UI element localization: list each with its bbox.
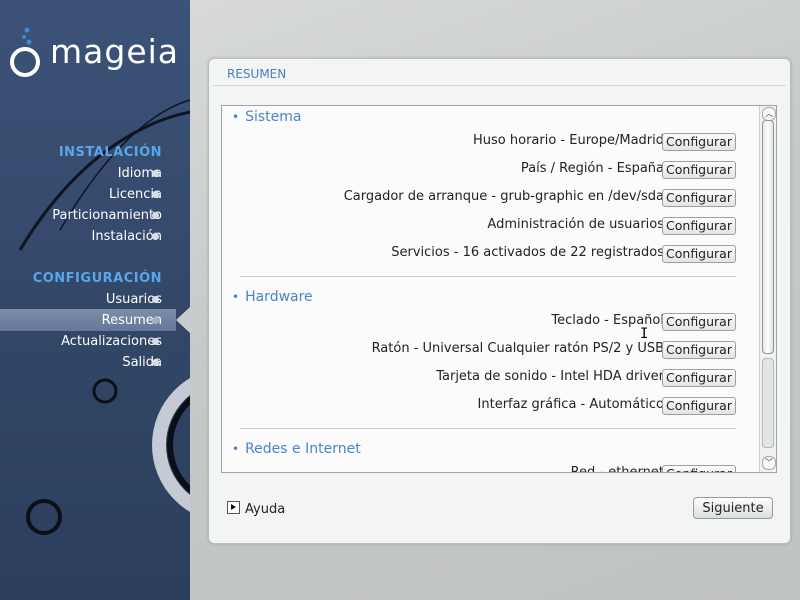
row-label-users: Administración de usuarios xyxy=(487,217,664,232)
step-dot xyxy=(152,170,159,177)
row-label-huso-horario: Huso horario - Europe/Madrid xyxy=(473,133,664,148)
step-dot xyxy=(152,296,159,303)
scroll-up-icon[interactable]: ︿ xyxy=(762,107,776,121)
help-toggle[interactable]: Ayuda xyxy=(227,501,285,517)
row-label-graphics: Interfaz gráfica - Automático xyxy=(477,397,664,412)
step-dot xyxy=(152,359,159,366)
row-label-bootloader: Cargador de arranque - grub-graphic en /… xyxy=(343,189,664,204)
step-dot-active xyxy=(152,317,159,324)
configure-users-button[interactable]: Configurar xyxy=(662,217,736,235)
configure-services-button[interactable]: Configurar xyxy=(662,245,736,263)
step-dot xyxy=(152,191,159,198)
page-title: RESUMEN xyxy=(227,67,287,81)
summary-panel: RESUMEN • Sistema Huso horario - Europe/M… xyxy=(208,58,791,544)
bullet-icon: • xyxy=(232,110,240,124)
summary-scroll-area[interactable]: • Sistema Huso horario - Europe/Madrid Co… xyxy=(221,105,777,473)
vertical-scrollbar[interactable]: ︿ ﹀ xyxy=(759,106,776,472)
scroll-down-icon[interactable]: ﹀ xyxy=(762,456,776,470)
mageia-cauldron-icon xyxy=(10,27,40,77)
group-title-text: Sistema xyxy=(245,109,302,125)
configure-bootloader-button[interactable]: Configurar xyxy=(662,189,736,207)
configure-country-button[interactable]: Configurar xyxy=(662,161,736,179)
group-title-redes: • Redes e Internet xyxy=(232,441,361,457)
group-separator xyxy=(240,428,736,429)
next-button[interactable]: Siguiente xyxy=(693,497,773,519)
help-label: Ayuda xyxy=(245,502,286,517)
active-step-pointer xyxy=(176,307,190,333)
mageia-logo: mageia xyxy=(8,26,188,86)
text-cursor-icon: I xyxy=(640,326,649,342)
row-label-mouse: Ratón - Universal Cualquier ratón PS/2 y… xyxy=(371,341,664,356)
configure-graphics-button[interactable]: Configurar xyxy=(662,397,736,415)
group-title-text: Redes e Internet xyxy=(245,441,361,457)
title-divider xyxy=(213,85,786,86)
scrollbar-thumb[interactable] xyxy=(762,120,774,354)
section-title-configuracion: CONFIGURACIÓN xyxy=(32,271,162,286)
group-title-hardware: • Hardware xyxy=(232,289,313,305)
scrollbar-track[interactable] xyxy=(762,358,774,448)
group-separator xyxy=(240,276,736,277)
row-label-services: Servicios - 16 activados de 22 registrad… xyxy=(391,245,664,260)
configure-soundcard-button[interactable]: Configurar xyxy=(662,369,736,387)
row-label-network: Red - ethernet xyxy=(570,465,664,473)
step-dot xyxy=(152,212,159,219)
group-title-sistema: • Sistema xyxy=(232,109,301,125)
row-label-soundcard: Tarjeta de sonido - Intel HDA driver xyxy=(436,369,664,384)
configure-mouse-button[interactable]: Configurar xyxy=(662,341,736,359)
sidebar: mageia INSTALACIÓN Idioma Licencia Parti… xyxy=(0,0,190,600)
section-title-instalacion: INSTALACIÓN xyxy=(58,145,162,160)
step-dot xyxy=(152,233,159,240)
configure-keyboard-button[interactable]: Configurar xyxy=(662,313,736,331)
logo-wordmark: mageia xyxy=(50,32,180,71)
step-dot xyxy=(152,338,159,345)
nav-item-particionamiento[interactable]: Particionamiento xyxy=(52,208,162,223)
expander-arrow-icon xyxy=(227,501,240,514)
bullet-icon: • xyxy=(232,442,240,456)
nav-item-actualizaciones[interactable]: Actualizaciones xyxy=(61,334,162,349)
configure-network-button[interactable]: Configurar xyxy=(662,465,736,472)
group-title-text: Hardware xyxy=(245,289,313,305)
configure-timezone-button[interactable]: Configurar xyxy=(662,133,736,151)
row-label-pais: País / Región - España xyxy=(520,161,664,176)
bullet-icon: • xyxy=(232,290,240,304)
